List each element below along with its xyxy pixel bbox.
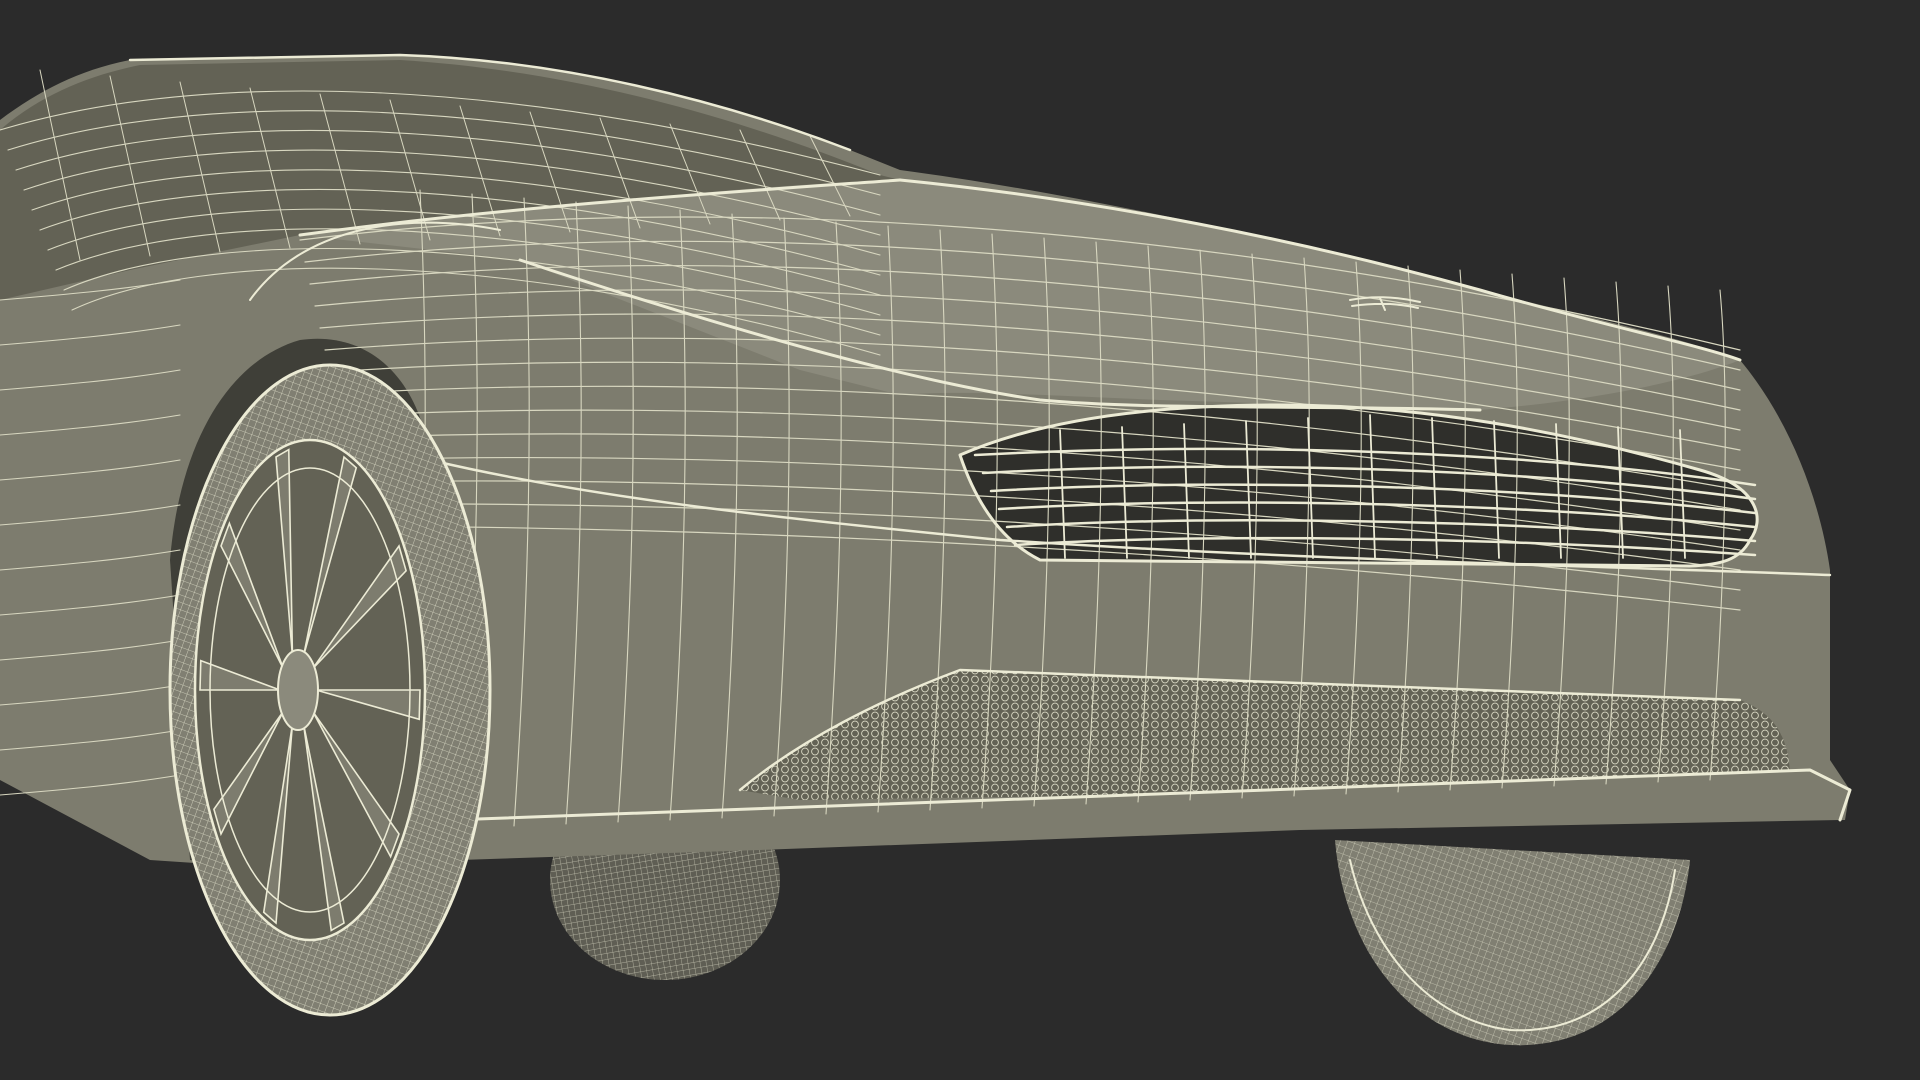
car-wireframe-render bbox=[0, 0, 1920, 1080]
front-left-wheel bbox=[168, 363, 492, 1017]
wheel-hub bbox=[277, 649, 319, 731]
render-viewport bbox=[0, 0, 1920, 1080]
